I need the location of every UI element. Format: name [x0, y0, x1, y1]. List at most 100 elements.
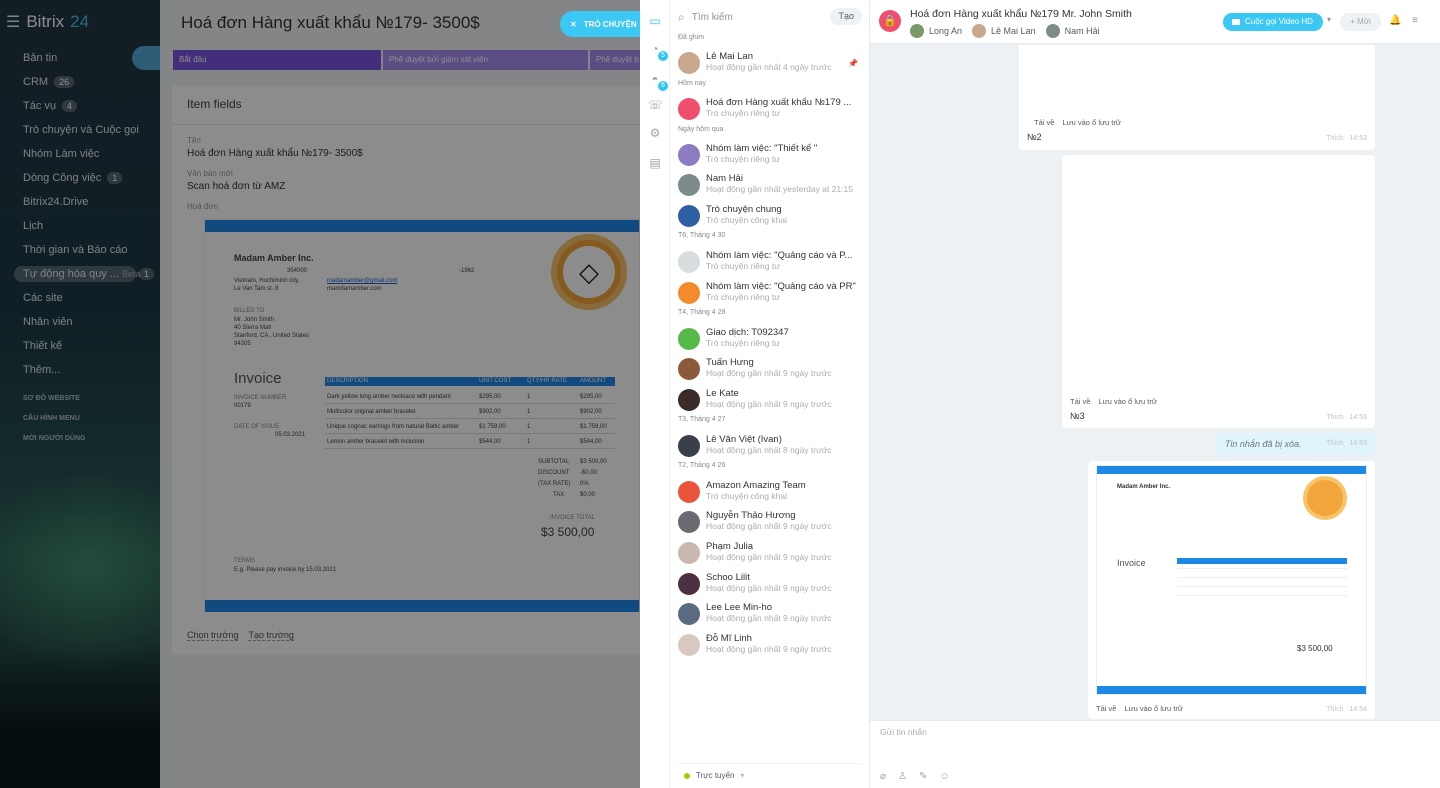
like-link[interactable]: Thích — [1326, 706, 1344, 713]
invite-label: Mời — [1357, 17, 1371, 26]
chat-status: Hoạt động gần nhất 8 ngày trước — [706, 445, 832, 455]
message-actions: Tải về Lưu vào ổ lưu trữ — [1070, 397, 1157, 406]
chat-list-item[interactable]: Phạm Julia Hoạt động gần nhất 9 ngày trướ… — [670, 537, 870, 567]
chat-status: Hoạt động gần nhất 9 ngày trước — [706, 644, 832, 654]
member-le-mai-lan[interactable]: Lê Mai Lan — [972, 24, 1036, 38]
chat-list-item[interactable]: Lê Mai Lan Hoạt động gần nhất 4 ngày trướ… — [670, 47, 870, 77]
notifications-icon[interactable]: ◔ 5 — [648, 42, 668, 61]
member-name: Long An — [929, 26, 963, 36]
chat-list-item[interactable]: Amazon Amazing Team Trò chuyện công khai — [670, 476, 870, 506]
chat-name: Trò chuyện chung — [706, 204, 782, 215]
invoice-table-header — [1177, 558, 1347, 564]
message-meta: Thích 14:53 — [1326, 433, 1367, 455]
overlay-dimmer[interactable] — [0, 0, 640, 788]
chat-list-item[interactable]: Hoá đơn Hàng xuất khẩu №179 ... Trò chuyệ… — [670, 93, 870, 123]
chat-bubble-icon[interactable]: ▭ — [648, 14, 662, 28]
chat-status: Trò chuyện riêng tư — [706, 108, 780, 118]
search-history-icon[interactable]: ≡ — [1412, 15, 1418, 26]
member-long-an[interactable]: Long An — [910, 24, 962, 38]
bell-icon[interactable]: 🔔 — [1389, 15, 1401, 26]
member-nam-hai[interactable]: Nam Hải — [1045, 24, 1100, 38]
chat-list-item[interactable]: Nam Hải Hoạt động gần nhất yesterday at 2… — [670, 169, 870, 199]
chat-list-item[interactable]: Tuấn Hưng Hoạt động gần nhất 9 ngày trước — [670, 353, 870, 383]
search-bar[interactable]: ⌕ Tìm kiếm Tạo — [678, 8, 862, 26]
chat-status: Hoạt động gần nhất yesterday at 21:15 — [706, 184, 853, 194]
chat-title[interactable]: Hoá đơn Hàng xuất khẩu №179 Mr. John Smi… — [910, 8, 1132, 20]
avatar — [1045, 24, 1060, 38]
like-link[interactable]: Thích — [1326, 414, 1344, 421]
download-link[interactable]: Tải về — [1070, 397, 1090, 406]
chat-name: Lê Mai Lan — [706, 51, 754, 62]
download-link[interactable]: Tải về — [1034, 118, 1054, 127]
attach-icon[interactable]: ⌀ — [880, 771, 886, 782]
message-image-2: Tải về Lưu vào ổ lưu trữ №3 Thích 14:53 — [1062, 155, 1375, 428]
invoice-total: $3 500,00 — [1297, 644, 1333, 653]
invoice-thumbnail[interactable]: Madam Amber Inc. Invoice $3 500,00 — [1096, 465, 1367, 695]
smile-icon[interactable]: ☺ — [939, 771, 949, 782]
message-meta: Thích 14:53 — [1326, 135, 1367, 142]
diamond-logo-badge — [1303, 476, 1347, 520]
save-to-drive-link[interactable]: Lưu vào ổ lưu trữ — [1098, 397, 1156, 406]
save-to-drive-link[interactable]: Lưu vào ổ lưu trữ — [1124, 704, 1182, 713]
chat-list-item[interactable]: Trò chuyện chung Trò chuyện công khai — [670, 200, 870, 230]
download-link[interactable]: Tải về — [1096, 704, 1116, 713]
avatar — [678, 389, 700, 411]
chat-group-label: T6, Tháng 4 30 — [678, 232, 726, 239]
message-text: №2 — [1027, 132, 1042, 142]
chat-name: Nhóm làm việc: "Quảng cáo và PR" — [706, 281, 856, 292]
chat-list-item[interactable]: Le Kate Hoạt động gần nhất 9 ngày trước — [670, 384, 870, 414]
chat-status: Hoạt động gần nhất 9 ngày trước — [706, 368, 832, 378]
video-call-button[interactable]: Cuộc gọi Video HD — [1223, 13, 1323, 31]
amber-photo-1[interactable] — [1019, 45, 1375, 113]
chat-name: Tuấn Hưng — [706, 357, 754, 368]
message-image-1: Tải về Lưu vào ổ lưu trữ №2 Thích 14:53 — [1019, 45, 1375, 150]
chat-list-item[interactable]: Lê Văn Việt (Ivan) Hoạt động gần nhất 8 n… — [670, 430, 870, 460]
chat-name: Lee Lee Min-ho — [706, 602, 773, 613]
open-lines-icon[interactable]: ◓ 6 — [648, 72, 668, 91]
message-time: 14:54 — [1349, 706, 1367, 713]
open-lines-badge: 6 — [658, 81, 668, 91]
gear-icon[interactable]: ⚙ — [648, 126, 662, 140]
chat-list-item[interactable]: Schoo Lilit Hoạt động gần nhất 9 ngày trư… — [670, 568, 870, 598]
avatar — [678, 174, 700, 196]
chat-group-label: T2, Tháng 4 26 — [678, 462, 726, 469]
like-link[interactable]: Thích — [1326, 440, 1344, 447]
avatar — [678, 511, 700, 533]
message-time: 14:53 — [1349, 440, 1367, 447]
message-input[interactable]: Gửi tin nhắn — [880, 727, 927, 737]
notifications-badge: 5 — [658, 51, 668, 61]
chat-status: Trò chuyện riêng tư — [706, 154, 780, 164]
chat-name: Phạm Julia — [706, 541, 753, 552]
member-name: Nam Hải — [1064, 26, 1100, 36]
chat-list-item[interactable]: Lee Lee Min-ho Hoạt động gần nhất 9 ngày … — [670, 598, 870, 628]
chat-name: Schoo Lilit — [706, 572, 750, 583]
avatar — [678, 481, 700, 503]
save-to-drive-link[interactable]: Lưu vào ổ lưu trữ — [1062, 118, 1120, 127]
chat-toggle-button[interactable]: ✕ TRÒ CHUYỆN — [560, 11, 644, 37]
phone-icon[interactable]: ☏ — [648, 98, 663, 112]
notes-icon[interactable]: ▤ — [648, 156, 662, 170]
online-status[interactable]: Trực tuyến ▾ — [678, 763, 862, 780]
chat-status: Trò chuyện riêng tư — [706, 338, 780, 348]
avatar — [910, 24, 924, 38]
create-button[interactable]: Tạo — [830, 8, 862, 25]
chat-list-item[interactable]: Giao dịch: T092347 Trò chuyện riêng tư — [670, 323, 870, 353]
invite-button[interactable]: + Mời — [1340, 13, 1381, 31]
like-link[interactable]: Thích — [1326, 135, 1344, 142]
chat-group-label: Hôm nay — [678, 80, 707, 87]
recent-chats-panel: ⌕ Tìm kiếm Tạo Đã ghim Lê Mai Lan Hoạt độn… — [670, 0, 870, 788]
chat-list-item[interactable]: Nguyễn Thảo Hương Hoạt động gần nhất 9 ng… — [670, 506, 870, 536]
edit-icon[interactable]: ✎ — [919, 771, 927, 782]
chat-list-item[interactable]: Nhóm làm việc: "Quảng cáo và P... Trò chu… — [670, 246, 870, 276]
search-input[interactable]: Tìm kiếm — [692, 12, 733, 23]
chat-list-item[interactable]: Đỗ Mĩ Linh Hoạt động gần nhất 9 ngày trướ… — [670, 629, 870, 659]
chat-list-item[interactable]: Nhóm làm việc: "Thiết kế " Trò chuyện riê… — [670, 139, 870, 169]
chat-name: Le Kate — [706, 388, 739, 399]
chat-list-item[interactable]: Nhóm làm việc: "Quảng cáo và PR" Trò chuy… — [670, 277, 870, 307]
user-icon[interactable]: ♙ — [898, 771, 907, 782]
pin-icon[interactable]: 📌 — [848, 59, 858, 68]
avatar — [678, 358, 700, 380]
chat-name: Đỗ Mĩ Linh — [706, 633, 752, 644]
chevron-down-icon[interactable]: ▾ — [1327, 15, 1331, 24]
amber-photo-2[interactable] — [1062, 155, 1375, 392]
